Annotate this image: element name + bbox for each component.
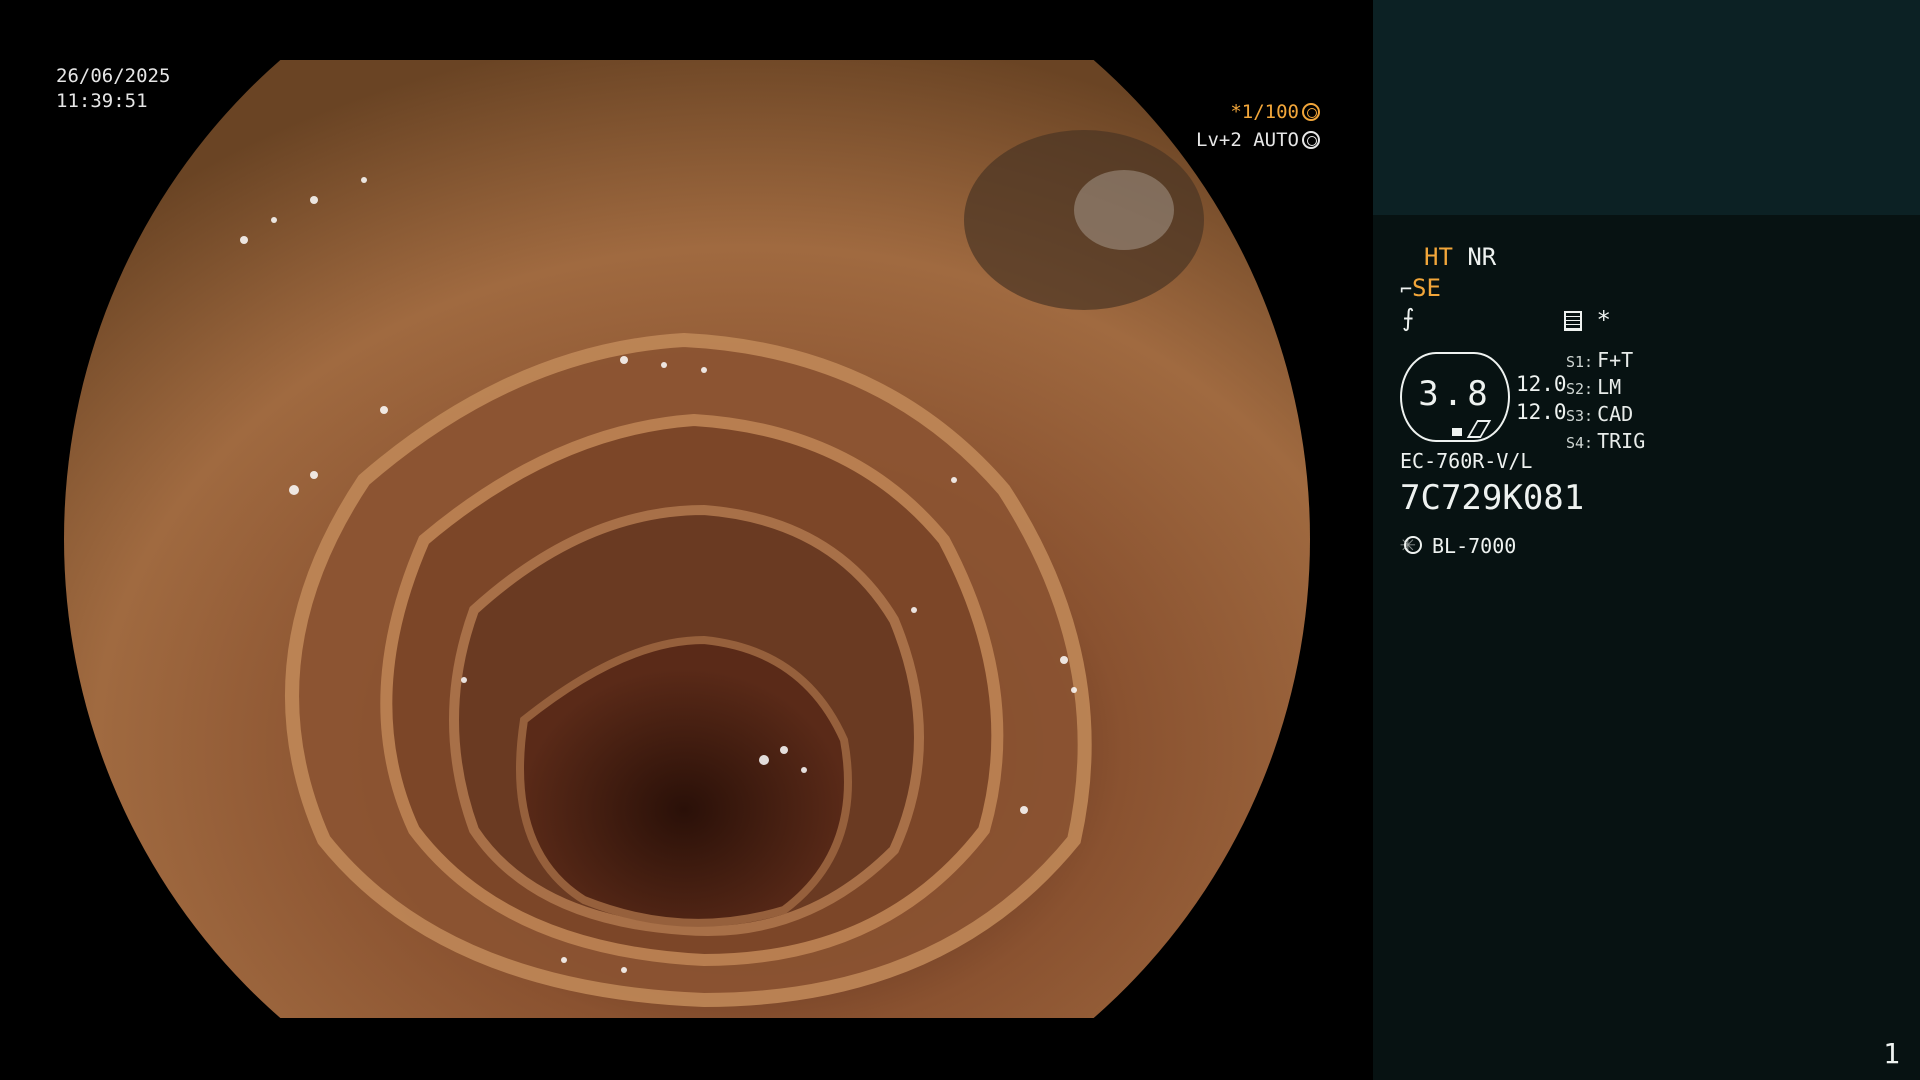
time-text: 11:39:51	[56, 90, 148, 112]
switch-s2: S2: LM	[1566, 375, 1622, 399]
video-area: 26/06/2025 11:39:51 *1/100 Lv+2 AUTO	[0, 0, 1373, 1080]
endoscope-view	[64, 60, 1310, 1018]
doc-indicator: *	[1564, 306, 1611, 334]
scope-serial: 7C729K081	[1400, 478, 1585, 518]
switch-s3: S3: CAD	[1566, 402, 1634, 426]
zoom-tick-icon	[1466, 420, 1492, 438]
zoom-indicator: 3.8	[1400, 352, 1510, 442]
ht-label: HT NR	[1424, 243, 1497, 271]
se-label: SE	[1412, 274, 1441, 302]
exposure-info: *1/100 Lv+2 AUTO	[1180, 98, 1320, 154]
switch-s1: S1: F+T	[1566, 348, 1634, 372]
value-2: 12.0	[1516, 400, 1567, 424]
datetime: 26/06/2025 11:39:51	[56, 64, 170, 114]
doc-icon	[1564, 311, 1582, 331]
level-text: Lv+2 AUTO	[1196, 129, 1299, 151]
scope-model: EC-760R-V/L	[1400, 449, 1533, 473]
switch-s4: S4: TRIG	[1566, 429, 1646, 453]
page-number: 1	[1883, 1037, 1900, 1070]
switch-list: S1: F+T S2: LM S3: CAD S4: TRIG	[1566, 348, 1645, 456]
star-label: *	[1596, 306, 1611, 334]
value-1: 12.0	[1516, 372, 1567, 396]
light-source: BL-7000	[1400, 529, 1517, 559]
setting-values: 12.0 12.0	[1516, 370, 1567, 426]
se-row: ⌐SE	[1400, 274, 1441, 302]
shutter-indicator: *1/100	[1180, 98, 1320, 126]
shutter-text: *1/100	[1230, 101, 1299, 123]
zoom-mark	[1452, 428, 1462, 436]
nr-label: NR	[1467, 243, 1497, 271]
zoom-value: 3.8	[1418, 374, 1492, 414]
light-icon	[1400, 529, 1422, 559]
level-indicator: Lv+2 AUTO	[1180, 126, 1320, 154]
scope-icon: ⌐	[1400, 277, 1413, 301]
panel-header-area	[1373, 0, 1920, 215]
light-source-text: BL-7000	[1432, 534, 1517, 558]
enhance-icon: ⨍	[1402, 304, 1415, 332]
shutter-icon	[1302, 103, 1320, 121]
date-text: 26/06/2025	[56, 65, 171, 87]
colon-lumen-image	[64, 60, 1310, 1018]
auto-icon	[1302, 131, 1320, 149]
